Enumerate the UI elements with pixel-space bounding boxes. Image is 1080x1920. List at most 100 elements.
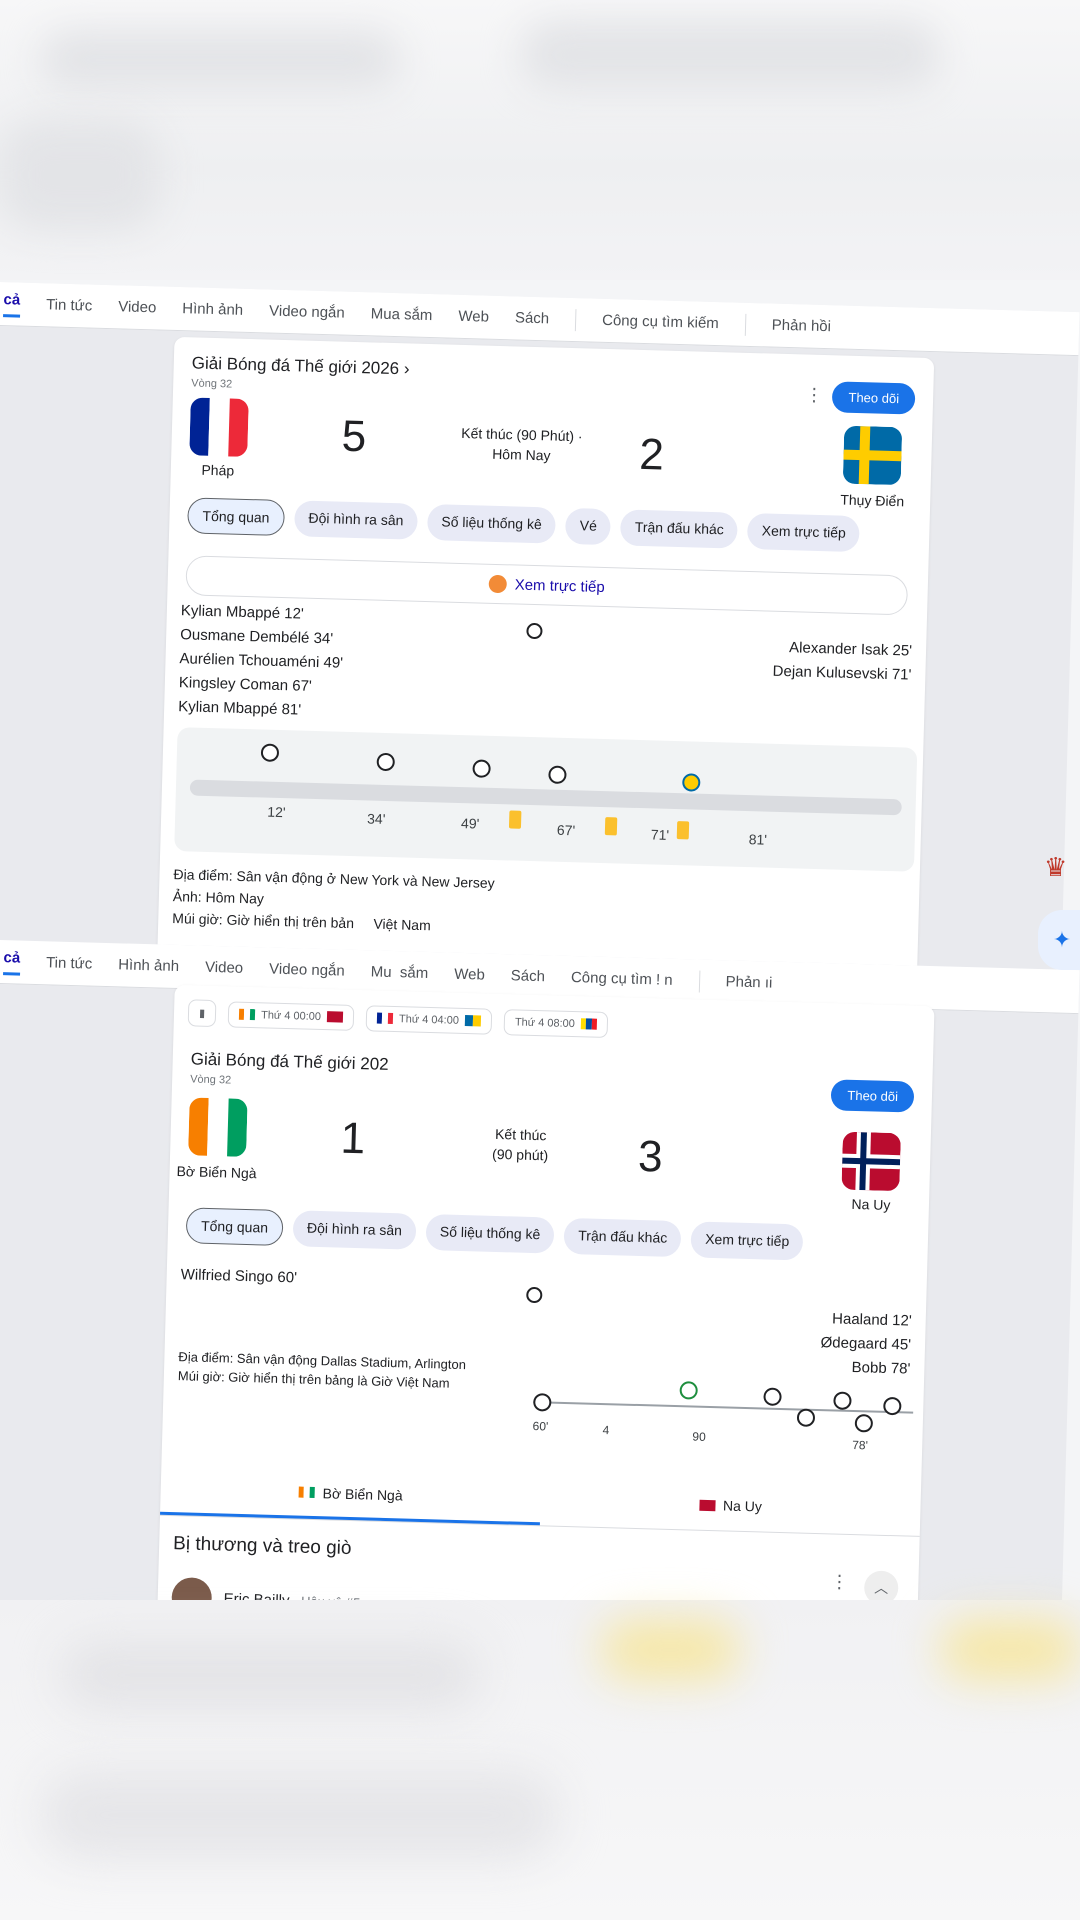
chip-lineups[interactable]: Đội hình ra sân <box>292 1210 417 1250</box>
soccer-ball-icon <box>526 1286 543 1304</box>
goal-ball-icon <box>833 1391 852 1410</box>
search-result-screen-1: cả Tin tức Video Hình ảnh Video ngắn Mua… <box>0 282 1080 1002</box>
timeline-minute: 4 <box>602 1423 610 1438</box>
yellow-card-icon <box>604 817 618 836</box>
trophy-icon[interactable]: ▮ <box>187 999 217 1028</box>
tab-search-tools[interactable]: Công cụ tìm kiếm <box>602 312 719 332</box>
team-tab-ivory-coast[interactable]: Bờ Biển Ngà <box>160 1464 542 1526</box>
away-team-name[interactable]: Na Uy <box>811 1195 931 1214</box>
tab-books[interactable]: Sách <box>511 967 546 985</box>
france-flag-icon <box>376 1012 394 1025</box>
mini-match-3[interactable]: Thứ 4 08:00 <box>503 1008 609 1038</box>
status-line-2: (90 phút) <box>491 1145 549 1164</box>
tab-feedback[interactable]: Phản ıi <box>725 973 772 991</box>
more-options-icon[interactable]: ⋮ <box>830 1571 849 1592</box>
assistant-icon[interactable]: ✦ <box>1038 910 1080 970</box>
team-tab-norway[interactable]: Na Uy <box>540 1475 921 1536</box>
chip-lineups[interactable]: Đội hình ra sân <box>293 500 418 540</box>
away-score: 2 <box>638 429 665 480</box>
timeline-minute: 60' <box>532 1419 549 1434</box>
norway-flag-icon <box>326 1011 344 1023</box>
tab-short-video[interactable]: Video ngắn <box>269 303 345 322</box>
mini-match-1[interactable]: Thứ 4 00:00 <box>227 1000 355 1031</box>
chip-watch-live[interactable]: Xem trực tiếp <box>690 1221 804 1261</box>
home-score: 1 <box>339 1113 366 1164</box>
match-timeline: 12' 34' 49' 67' 71' 81' <box>174 727 918 872</box>
mini-match-time: Thứ 4 04:00 <box>398 1012 460 1027</box>
goal-ball-icon <box>796 1408 816 1427</box>
search-result-screen-2: cả Tin tức Hình ảnh Video Video ngắn Mu … <box>0 940 1080 1660</box>
timeline-minute: 67' <box>556 821 576 839</box>
norway-flag-icon <box>698 1499 716 1511</box>
match-info: Địa điểm: Sân vận động ở New York và New… <box>172 863 495 938</box>
tab-news[interactable]: Tin tức <box>46 296 93 314</box>
tab-video[interactable]: Video <box>205 959 244 977</box>
competition-title[interactable]: Giải Bóng đá Thế giới 2026 › <box>192 353 410 379</box>
match-card: ▮ Thứ 4 00:00 Thứ 4 04:00 Thứ 4 08:00 Gi… <box>156 984 935 1646</box>
home-scorers: Kylian Mbappé 12' Ousmane Dembélé 34' Au… <box>178 599 345 724</box>
competition-title[interactable]: Giải Bóng đá Thế giới 202 <box>190 1049 388 1075</box>
timeline-minute: 49' <box>460 815 480 832</box>
tab-short-video[interactable]: Video ngắn <box>269 961 345 980</box>
blurred-background-bottom <box>0 1600 1080 1920</box>
goal-ball-icon <box>854 1414 874 1433</box>
goal-ball-icon <box>763 1387 782 1406</box>
home-team-name[interactable]: Bờ Biển Ngà <box>156 1162 276 1181</box>
chip-other-matches[interactable]: Trận đấu khác <box>620 509 739 549</box>
follow-button[interactable]: Theo dõi <box>832 381 916 415</box>
soccer-ball-icon <box>526 622 543 640</box>
tab-images[interactable]: Hình ảnh <box>118 956 179 975</box>
chip-stats[interactable]: Số liệu thống kê <box>426 504 557 544</box>
goal-ball-icon <box>472 759 491 778</box>
tab-video[interactable]: Video <box>118 298 157 316</box>
tab-all[interactable]: cả <box>3 948 20 976</box>
timeline-minute: 81' <box>748 831 768 848</box>
follow-button[interactable]: Theo dõi <box>830 1079 915 1113</box>
match-card: Giải Bóng đá Thế giới 2026 › Vòng 32 ⋮ T… <box>156 336 935 998</box>
scorer-item: Dejan Kulusevski 71' <box>772 662 912 684</box>
tab-search-tools[interactable]: Công cụ tìm ! n <box>571 969 673 989</box>
match-chips: Tổng quan Đội hình ra sân Số liệu thống … <box>187 497 861 553</box>
timeline-minute: 90 <box>692 1429 706 1444</box>
ecuador-flag-icon <box>580 1018 597 1030</box>
tab-shopping[interactable]: Mu sắm <box>371 963 429 982</box>
chip-stats[interactable]: Số liệu thống kê <box>425 1214 555 1254</box>
sweden-flag-icon <box>464 1015 482 1027</box>
team-tab-label: Na Uy <box>722 1497 763 1515</box>
blurred-background-top <box>0 0 1080 280</box>
chip-overview[interactable]: Tổng quan <box>185 1207 284 1247</box>
more-options-icon[interactable]: ⋮ <box>805 385 824 406</box>
away-score: 3 <box>637 1131 664 1182</box>
timeline-minute: 34' <box>366 810 386 827</box>
ivory-coast-flag-icon <box>298 1486 315 1498</box>
tab-separator <box>574 308 577 331</box>
live-channel-icon <box>488 574 507 594</box>
scorer-item: Ødegaard 45' <box>820 1334 912 1354</box>
sweden-cross-icon <box>842 425 903 486</box>
chip-tickets[interactable]: Vé <box>565 507 612 546</box>
tab-images[interactable]: Hình ảnh <box>182 300 243 319</box>
chip-other-matches[interactable]: Trận đấu khác <box>563 1217 682 1258</box>
tab-all[interactable]: cả <box>3 290 20 318</box>
crown-logo-icon: ♛ <box>1044 852 1068 882</box>
tab-feedback[interactable]: Phản hồi <box>772 317 832 336</box>
tab-news[interactable]: Tin tức <box>46 954 93 972</box>
tab-web[interactable]: Web <box>454 966 485 984</box>
match-info: Địa điểm: Sân vận động Dallas Stadium, A… <box>178 1347 467 1393</box>
goal-ball-icon <box>679 1381 698 1400</box>
chip-overview[interactable]: Tổng quan <box>187 497 285 537</box>
other-matches-strip: ▮ Thứ 4 00:00 Thứ 4 04:00 Thứ 4 08:00 <box>187 999 609 1038</box>
timeline-bar <box>189 779 902 816</box>
home-score: 5 <box>341 411 367 462</box>
tab-books[interactable]: Sách <box>515 309 550 327</box>
home-team-name[interactable]: Pháp <box>158 460 278 479</box>
away-scorers: Alexander Isak 25' Dejan Kulusevski 71' <box>772 636 912 688</box>
away-team-name[interactable]: Thụy Điển <box>812 491 932 510</box>
tab-shopping[interactable]: Mua sắm <box>371 305 433 324</box>
home-scorers: Wilfried Singo 60' <box>180 1263 297 1290</box>
mini-match-time: Thứ 4 00:00 <box>260 1008 322 1023</box>
chip-watch-live[interactable]: Xem trực tiếp <box>747 512 861 553</box>
mini-match-2[interactable]: Thứ 4 04:00 <box>365 1004 493 1035</box>
match-chips: Tổng quan Đội hình ra sân Số liệu thống … <box>185 1207 804 1261</box>
tab-web[interactable]: Web <box>458 308 489 326</box>
